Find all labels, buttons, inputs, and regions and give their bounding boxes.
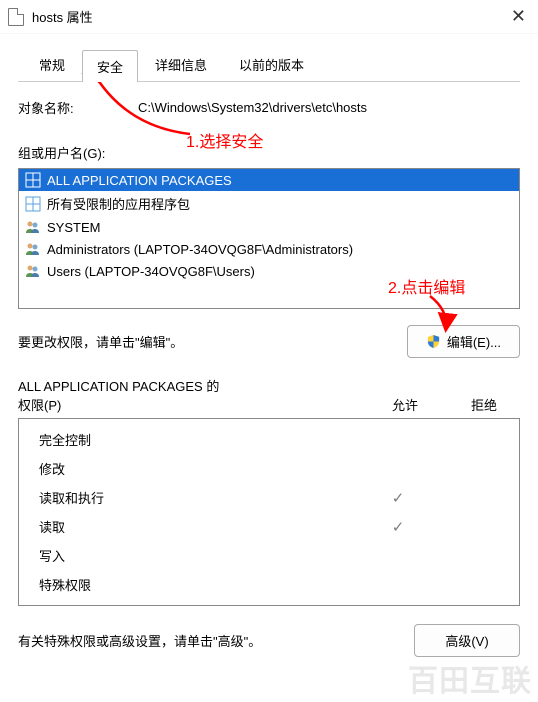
table-row: 读取和执行 ✓ [19,483,519,512]
list-item[interactable]: 所有受限制的应用程序包 [19,191,519,216]
permissions-title-line1: ALL APPLICATION PACKAGES 的 [18,376,520,395]
check-icon: ✓ [392,519,405,536]
table-row: 完全控制 [19,425,519,454]
list-item-label: Administrators (LAPTOP-34OVQG8F\Administ… [47,242,353,257]
users-group-icon [25,241,41,257]
advanced-row: 有关特殊权限或高级设置，请单击"高级"。 高级(V) [18,624,520,657]
advanced-button-label: 高级(V) [445,631,488,650]
permissions-table: 完全控制 修改 读取和执行 ✓ 读取 ✓ 写入 特殊权限 [18,418,520,606]
list-item[interactable]: Administrators (LAPTOP-34OVQG8F\Administ… [19,238,519,260]
table-row: 写入 [19,541,519,570]
object-name-label: 对象名称: [18,98,138,117]
permission-name: 修改 [39,459,355,478]
users-group-icon [25,219,41,235]
permission-name: 完全控制 [39,430,355,449]
tab-general[interactable]: 常规 [24,48,80,81]
permissions-col-allow: 允许 [362,395,448,414]
permissions-header: ALL APPLICATION PACKAGES 的 权限(P) 允许 拒绝 [18,376,520,414]
package-icon [25,196,41,212]
list-item[interactable]: ALL APPLICATION PACKAGES [19,169,519,191]
package-icon [25,172,41,188]
list-item[interactable]: SYSTEM [19,216,519,238]
permission-name: 读取和执行 [39,488,355,507]
object-name-value: C:\Windows\System32\drivers\etc\hosts [138,100,520,115]
permissions-col-deny: 拒绝 [448,395,520,414]
object-name-row: 对象名称: C:\Windows\System32\drivers\etc\ho… [18,98,520,117]
list-item-label: ALL APPLICATION PACKAGES [47,173,232,188]
window-titlebar: hosts 属性 ✕ [0,0,538,34]
edit-prompt: 要更改权限，请单击"编辑"。 [18,332,407,351]
list-item[interactable]: Users (LAPTOP-34OVQG8F\Users) [19,260,519,282]
advanced-prompt: 有关特殊权限或高级设置，请单击"高级"。 [18,631,414,650]
permissions-title-line2: 权限(P) [18,395,362,414]
file-icon [8,8,24,26]
advanced-button[interactable]: 高级(V) [414,624,520,657]
table-row: 读取 ✓ [19,512,519,541]
users-group-icon [25,263,41,279]
edit-button-label: 编辑(E)... [447,332,501,351]
permission-name: 写入 [39,546,355,565]
tab-details[interactable]: 详细信息 [140,48,222,81]
groups-label: 组或用户名(G): [18,143,520,162]
groups-listbox[interactable]: ALL APPLICATION PACKAGES 所有受限制的应用程序包 SYS… [18,168,520,309]
permission-allow-cell: ✓ [355,518,441,536]
window-title: hosts 属性 [32,7,93,26]
uac-shield-icon [426,334,441,349]
list-item-label: SYSTEM [47,220,100,235]
tab-previous-versions[interactable]: 以前的版本 [224,48,319,81]
edit-button[interactable]: 编辑(E)... [407,325,520,358]
check-icon: ✓ [392,490,405,507]
dialog-content: 常规 安全 详细信息 以前的版本 对象名称: C:\Windows\System… [0,34,538,675]
permission-allow-cell: ✓ [355,489,441,507]
list-item-label: Users (LAPTOP-34OVQG8F\Users) [47,264,255,279]
edit-row: 要更改权限，请单击"编辑"。 编辑(E)... [18,325,520,358]
tab-security[interactable]: 安全 [82,50,138,82]
permission-name: 读取 [39,517,355,536]
table-row: 特殊权限 [19,570,519,599]
permission-name: 特殊权限 [39,575,355,594]
table-row: 修改 [19,454,519,483]
tab-row: 常规 安全 详细信息 以前的版本 [18,48,520,82]
window-close-button[interactable]: ✕ [488,6,528,27]
list-item-label: 所有受限制的应用程序包 [47,194,190,213]
